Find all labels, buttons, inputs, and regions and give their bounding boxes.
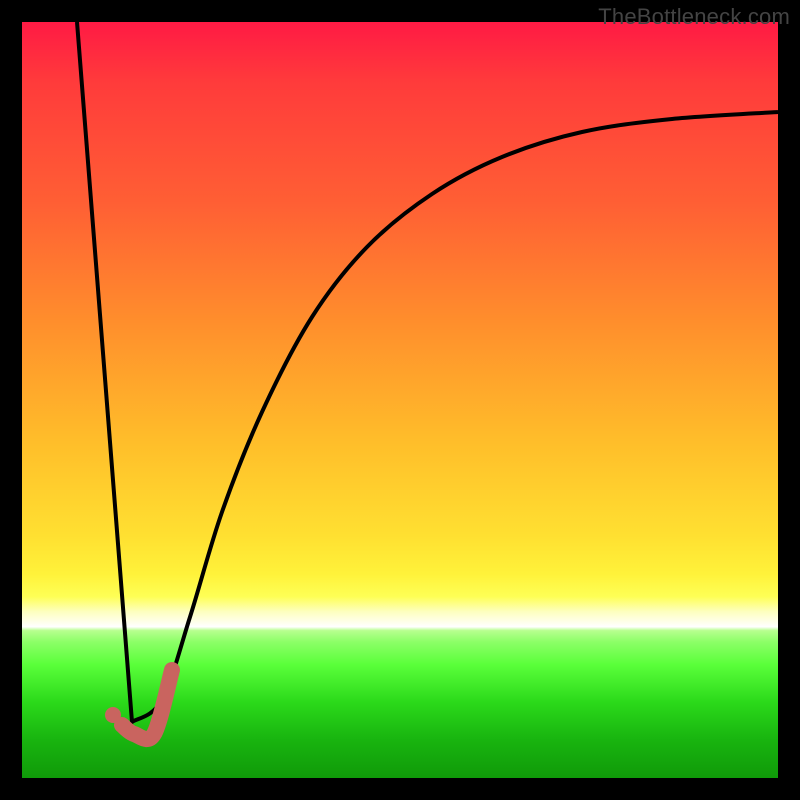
chart-frame: TheBottleneck.com (0, 0, 800, 800)
plot-gradient-background (22, 22, 778, 778)
watermark-text: TheBottleneck.com (598, 4, 790, 30)
